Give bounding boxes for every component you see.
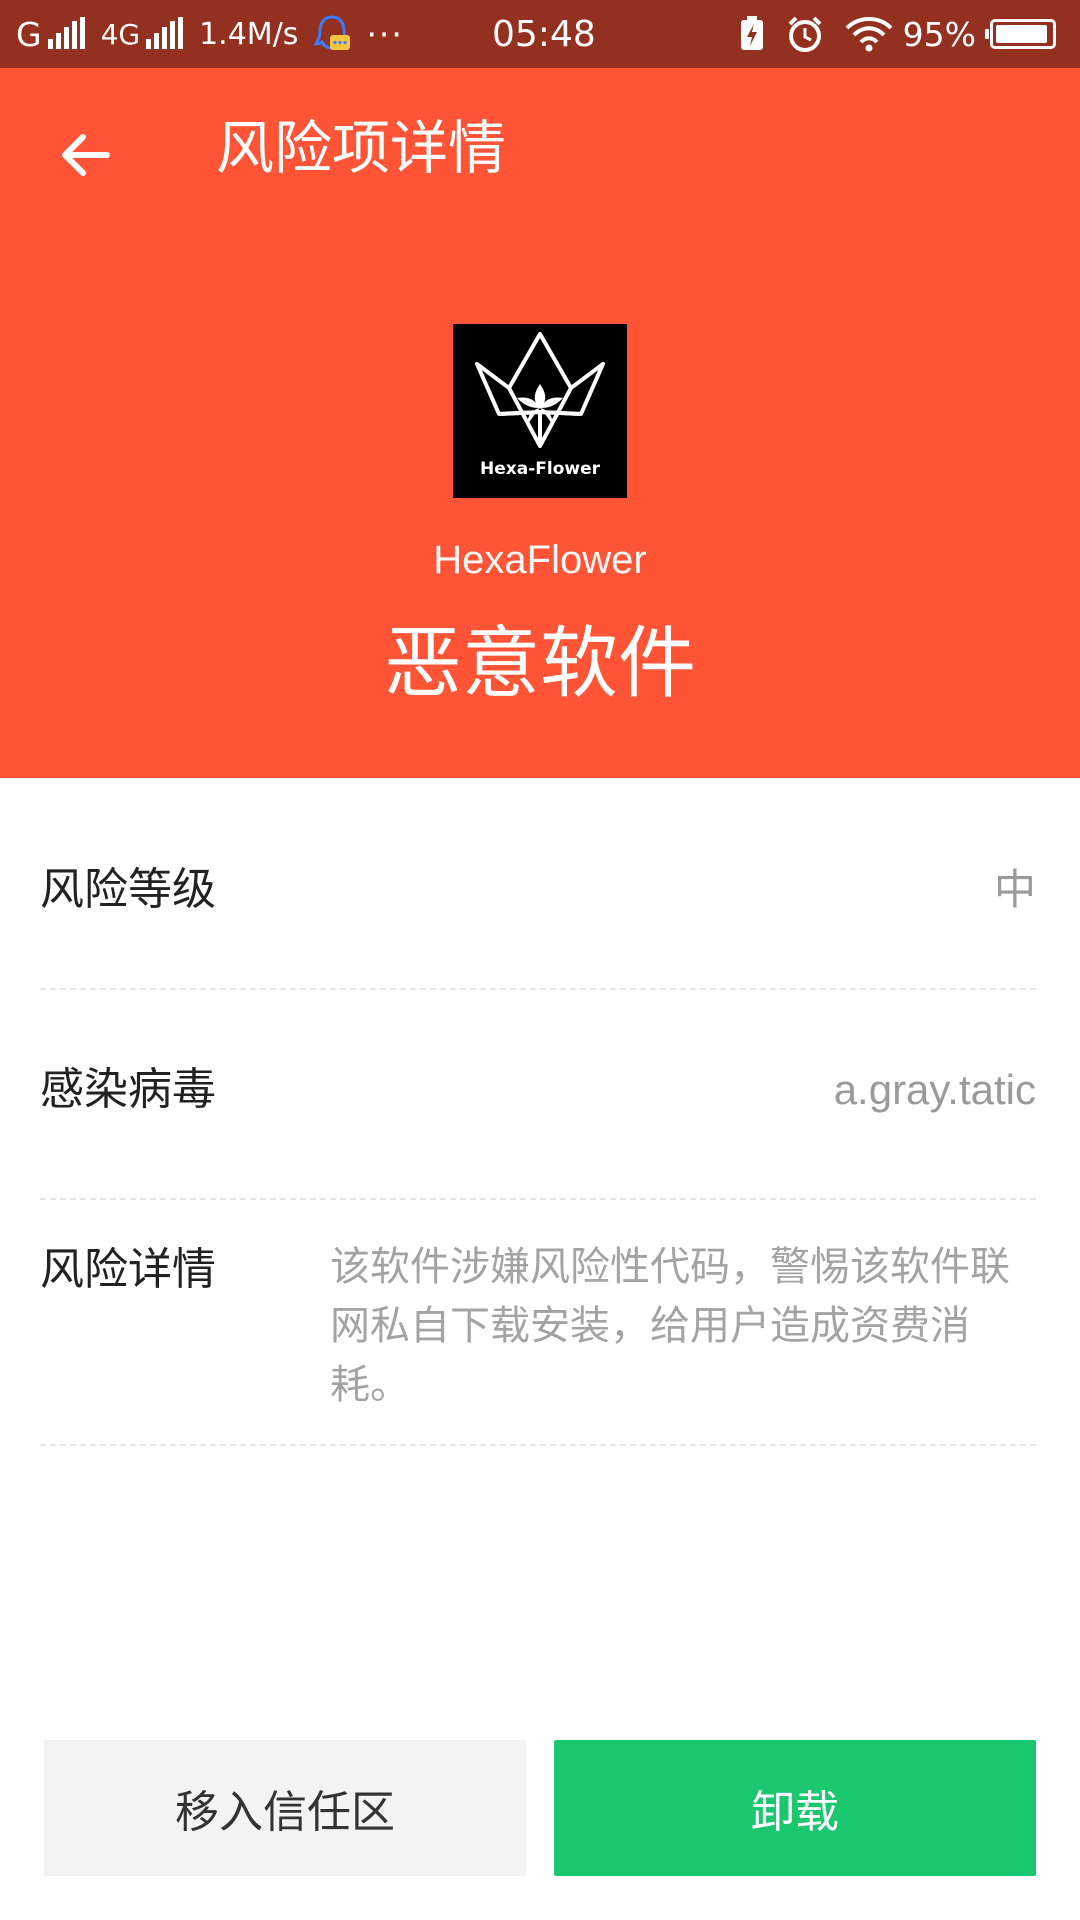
virus-value: a.gray.tatic (833, 1066, 1036, 1113)
wifi-icon (845, 17, 893, 52)
signal-icon-2 (146, 17, 184, 49)
app-icon: Hexa-Flower (453, 324, 627, 498)
virus-row: 感染病毒 a.gray.tatic (40, 990, 1036, 1200)
back-arrow-icon (62, 134, 110, 176)
status-right: 95% (739, 0, 1056, 68)
network-speed: 1.4M/s (199, 16, 299, 52)
carrier-1: G (16, 14, 42, 54)
risk-detail-text: 该软件涉嫌风险性代码，警惕该软件联网私自下载安装，给用户造成资费消耗。 (330, 1244, 1010, 1408)
battery-icon (985, 19, 1056, 49)
back-button[interactable] (50, 120, 120, 190)
risk-header: 风险项详情 Hexa-Flower HexaFlower 恶意软件 (0, 68, 1080, 778)
app-icon-label: Hexa-Flower (480, 459, 601, 479)
virus-label: 感染病毒 (40, 1064, 216, 1115)
hexaflower-logo-icon: Hexa-Flower (475, 332, 605, 479)
page-title: 风险项详情 (216, 114, 507, 182)
status-time: 05:48 (492, 13, 596, 55)
risk-detail-label: 风险详情 (40, 1244, 216, 1295)
status-bar: G 4G 1.4M/s ··· 05:48 95% (0, 0, 1080, 68)
battery-percent: 95% (902, 14, 976, 54)
app-name: HexaFlower (433, 538, 647, 582)
risk-type-title: 恶意软件 (383, 619, 696, 709)
charging-icon (740, 16, 763, 50)
uninstall-button[interactable]: 卸载 (554, 1740, 1036, 1876)
risk-level-row: 风险等级 中 (40, 778, 1036, 990)
risk-level-label: 风险等级 (40, 864, 216, 915)
carrier-2: 4G (100, 17, 141, 51)
alarm-icon (788, 16, 822, 52)
signal-icon (47, 17, 85, 49)
risk-level-value: 中 (993, 865, 1036, 914)
status-left: G 4G 1.4M/s ··· (16, 0, 404, 68)
qq-notification-icon (314, 15, 351, 50)
move-to-trust-button[interactable]: 移入信任区 (44, 1740, 526, 1876)
risk-detail-row: 风险详情 该软件涉嫌风险性代码，警惕该软件联网私自下载安装，给用户造成资费消耗。 (40, 1200, 1036, 1446)
more-notifications-icon: ··· (366, 14, 404, 54)
